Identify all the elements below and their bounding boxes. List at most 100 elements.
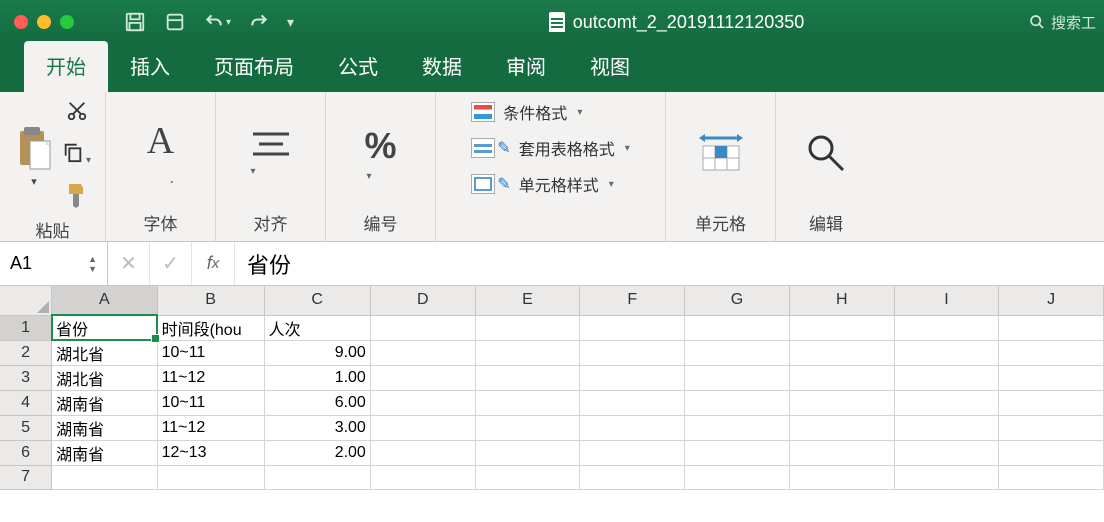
cell[interactable] [999,440,1104,465]
row-header[interactable]: 3 [0,365,52,390]
cell[interactable] [580,315,685,340]
cell[interactable] [894,365,999,390]
cell[interactable]: 湖南省 [52,390,157,415]
cell[interactable] [370,465,475,489]
cell[interactable]: 9.00 [264,340,370,365]
cell[interactable]: 6.00 [264,390,370,415]
customize-qat-icon[interactable]: ▾ [287,14,294,31]
fx-icon[interactable]: fx [192,242,234,285]
format-painter-icon[interactable] [65,182,89,213]
column-header[interactable]: H [789,286,894,315]
cell[interactable] [157,465,264,489]
tab-formulas[interactable]: 公式 [316,41,400,92]
cell[interactable]: 湖南省 [52,415,157,440]
cancel-formula-button[interactable]: ✕ [108,242,150,285]
cut-icon[interactable] [66,100,88,127]
cell[interactable] [789,315,894,340]
cell[interactable] [999,390,1104,415]
print-icon[interactable] [164,11,186,33]
cell[interactable] [580,465,685,489]
confirm-formula-button[interactable]: ✓ [150,242,192,285]
cell[interactable] [789,415,894,440]
row-header[interactable]: 7 [0,465,52,489]
cell[interactable] [475,365,580,390]
cell[interactable] [475,315,580,340]
cell[interactable] [789,340,894,365]
align-button[interactable]: ▾ [249,130,293,177]
cell[interactable] [999,415,1104,440]
cell[interactable] [475,465,580,489]
cell[interactable] [370,440,475,465]
column-header[interactable]: C [264,286,370,315]
tab-data[interactable]: 数据 [400,41,484,92]
format-table-button[interactable]: ✎套用表格格式▾ [471,136,629,160]
column-header[interactable]: G [685,286,790,315]
cell[interactable] [370,415,475,440]
row-header[interactable]: 2 [0,340,52,365]
cell[interactable] [580,440,685,465]
tab-review[interactable]: 审阅 [484,41,568,92]
cell[interactable] [580,390,685,415]
cell[interactable]: 10~11 [157,390,264,415]
find-button[interactable] [805,132,847,174]
search-box[interactable]: 搜索工 [1029,12,1096,33]
cell[interactable] [370,340,475,365]
font-button[interactable]: A. [147,119,174,188]
cell[interactable]: 湖南省 [52,440,157,465]
cell[interactable] [264,465,370,489]
save-icon[interactable] [124,11,146,33]
close-window-button[interactable] [14,15,28,29]
cell[interactable] [475,340,580,365]
cell[interactable] [475,415,580,440]
column-header[interactable]: D [370,286,475,315]
column-header[interactable]: B [157,286,264,315]
cell[interactable] [999,340,1104,365]
row-header[interactable]: 1 [0,315,52,340]
cell[interactable] [580,365,685,390]
row-header[interactable]: 6 [0,440,52,465]
cell[interactable]: 省份 [52,315,157,340]
cell[interactable]: 湖北省 [52,340,157,365]
name-box[interactable]: A1 ▲▼ [0,242,108,285]
cell[interactable] [685,440,790,465]
tab-view[interactable]: 视图 [568,41,652,92]
cell[interactable] [52,465,157,489]
cell[interactable] [789,440,894,465]
cell[interactable]: 3.00 [264,415,370,440]
column-header[interactable]: F [580,286,685,315]
cell[interactable] [685,315,790,340]
maximize-window-button[interactable] [60,15,74,29]
cell[interactable] [685,390,790,415]
cell[interactable] [370,315,475,340]
paste-button[interactable]: ▾ [14,125,54,188]
cell[interactable] [370,365,475,390]
cell[interactable] [894,315,999,340]
tab-page-layout[interactable]: 页面布局 [192,41,316,92]
cell[interactable]: 1.00 [264,365,370,390]
cell[interactable] [894,415,999,440]
cell[interactable] [999,315,1104,340]
formula-input[interactable]: 省份 [234,242,1104,285]
cell[interactable] [789,390,894,415]
cell[interactable] [789,365,894,390]
cell[interactable] [685,340,790,365]
cell[interactable] [999,365,1104,390]
cell[interactable] [685,415,790,440]
row-header[interactable]: 5 [0,415,52,440]
cell[interactable] [685,465,790,489]
cell-styles-button[interactable]: ✎单元格样式▾ [471,172,629,196]
spreadsheet-grid[interactable]: ABCDEFGHIJ1省份时间段(hou人次2湖北省10~119.003湖北省1… [0,286,1104,490]
tab-insert[interactable]: 插入 [108,41,192,92]
copy-icon[interactable]: ▾ [62,141,91,168]
column-header[interactable]: E [475,286,580,315]
select-all-corner[interactable] [0,286,52,315]
cell[interactable]: 10~11 [157,340,264,365]
cells-button[interactable] [695,132,747,174]
cell[interactable] [999,465,1104,489]
cell[interactable] [580,415,685,440]
cell[interactable] [894,390,999,415]
column-header[interactable]: I [894,286,999,315]
cell[interactable] [580,340,685,365]
column-header[interactable]: J [999,286,1104,315]
cell[interactable] [475,440,580,465]
